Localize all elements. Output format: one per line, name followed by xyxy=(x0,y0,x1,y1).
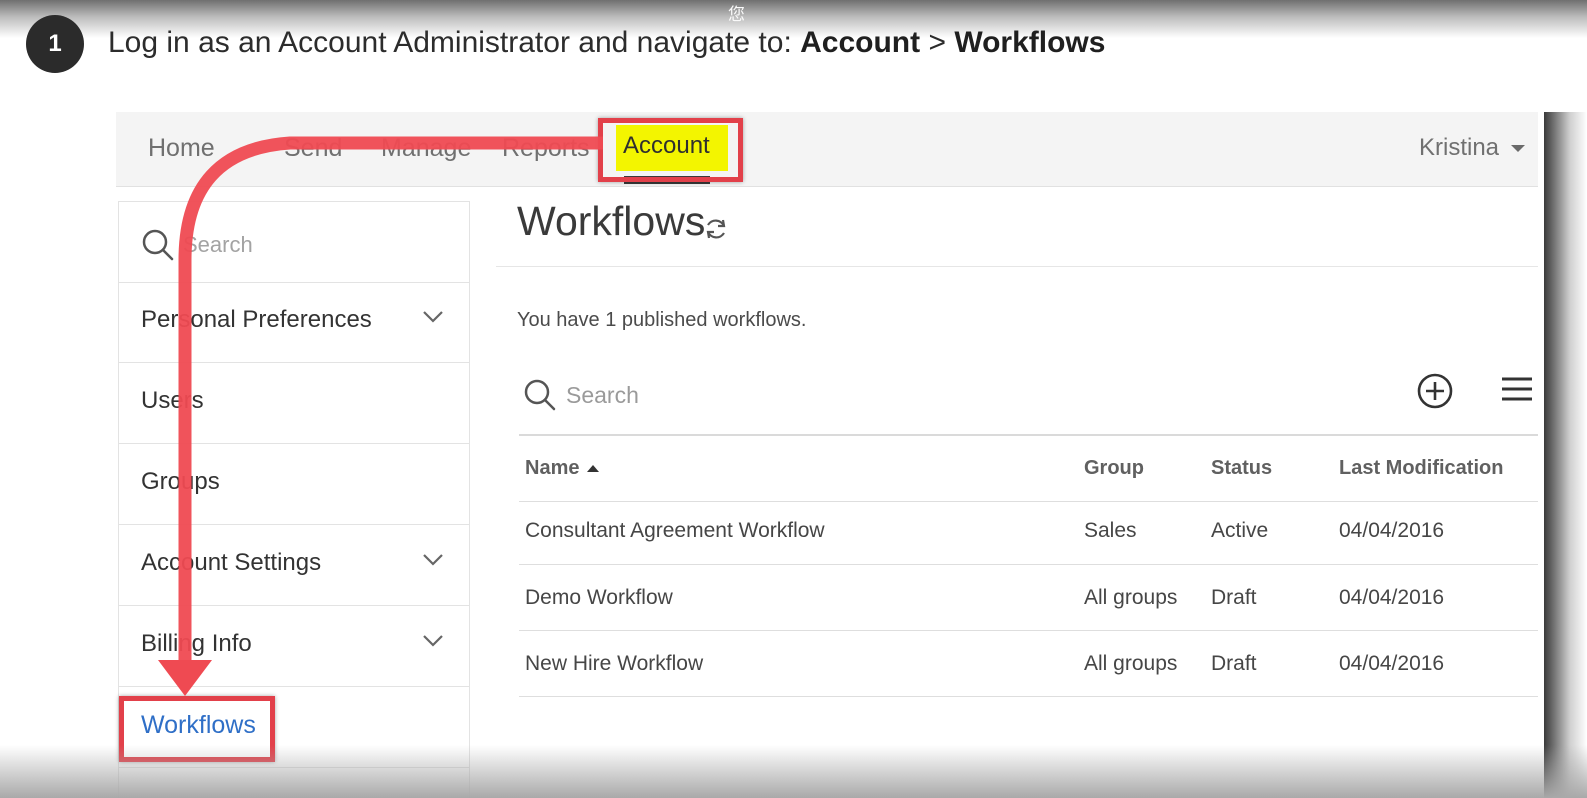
caret-down-icon xyxy=(1511,145,1526,153)
column-header-status[interactable]: Status xyxy=(1211,457,1272,480)
row-1-status: Active xyxy=(1211,519,1269,542)
nav-reports[interactable]: Reports xyxy=(502,134,590,163)
sidebar-item-label: Billing Info xyxy=(141,630,252,657)
row-divider xyxy=(519,696,1538,697)
row-3-name[interactable]: New Hire Workflow xyxy=(525,652,703,676)
sidebar-item-account-settings[interactable]: Account Settings xyxy=(119,525,469,606)
sidebar-item-label: Account Settings xyxy=(141,549,322,576)
workflow-search-input[interactable]: Search xyxy=(566,382,639,409)
hamburger-menu-icon[interactable] xyxy=(1500,375,1534,405)
title-divider xyxy=(496,266,1538,267)
chevron-down-icon xyxy=(423,554,443,566)
instruction-separator: > xyxy=(920,26,955,59)
row-1-group: Sales xyxy=(1084,519,1137,542)
column-header-name[interactable]: Name xyxy=(525,457,600,480)
row-divider xyxy=(519,630,1538,631)
user-menu[interactable]: Kristina xyxy=(1419,134,1526,162)
sidebar-item-label: Users xyxy=(141,387,204,414)
row-2-status: Draft xyxy=(1211,586,1257,609)
user-name: Kristina xyxy=(1419,134,1500,161)
row-2-name[interactable]: Demo Workflow xyxy=(525,586,673,610)
instruction-workflows: Workflows xyxy=(954,26,1106,59)
screenshot-right-edge xyxy=(1544,112,1587,798)
nav-home[interactable]: Home xyxy=(148,134,215,163)
row-1-name[interactable]: Consultant Agreement Workflow xyxy=(525,519,825,543)
column-header-group[interactable]: Group xyxy=(1084,457,1144,480)
header-divider xyxy=(519,501,1538,502)
published-count-text: You have 1 published workflows. xyxy=(517,309,807,331)
row-divider xyxy=(519,564,1538,565)
chevron-down-icon xyxy=(423,311,443,323)
instruction-prefix: Log in as an Account Administrator and n… xyxy=(108,26,801,59)
row-3-modified: 04/04/2016 xyxy=(1339,652,1445,675)
sidebar-item-users[interactable]: Users xyxy=(119,363,469,444)
chevron-down-icon xyxy=(423,635,443,647)
column-header-label: Name xyxy=(525,457,580,479)
sidebar-item-label: Personal Preferences xyxy=(141,306,372,333)
row-2-group: All groups xyxy=(1084,586,1178,609)
app-screenshot: Home Send Manage Reports Account Kristin… xyxy=(116,112,1544,798)
sidebar-search[interactable]: Search xyxy=(119,202,469,283)
sort-ascending-icon xyxy=(587,465,600,473)
search-icon xyxy=(142,229,174,261)
nav-manage[interactable]: Manage xyxy=(381,134,471,163)
step-instruction: Log in as an Account Administrator and n… xyxy=(108,26,1105,60)
add-workflow-icon[interactable] xyxy=(1416,372,1454,410)
nav-send[interactable]: Send xyxy=(284,134,342,163)
row-3-group: All groups xyxy=(1084,652,1178,675)
column-header-last-modification[interactable]: Last Modification xyxy=(1339,457,1503,480)
refresh-icon[interactable] xyxy=(704,217,728,241)
sidebar-search-placeholder: Search xyxy=(183,232,253,257)
sidebar-item-billing-info[interactable]: Billing Info xyxy=(119,606,469,687)
step-number-badge: 1 xyxy=(26,15,84,73)
workflows-callout-box xyxy=(119,696,275,762)
sidebar-item-personal-preferences[interactable]: Personal Preferences xyxy=(119,282,469,363)
instruction-account: Account xyxy=(800,26,921,59)
sidebar-item-label: Groups xyxy=(141,468,220,495)
row-2-modified: 04/04/2016 xyxy=(1339,586,1445,609)
watermark: 您 xyxy=(728,5,745,25)
account-callout-box xyxy=(598,118,743,182)
page-title: Workflows xyxy=(517,198,706,244)
search-icon xyxy=(524,379,556,411)
top-navbar: Home Send Manage Reports Account Kristin… xyxy=(116,112,1538,187)
row-3-status: Draft xyxy=(1211,652,1257,675)
row-1-modified: 04/04/2016 xyxy=(1339,519,1445,542)
sidebar-item-groups[interactable]: Groups xyxy=(119,444,469,525)
table-top-border xyxy=(519,434,1538,436)
